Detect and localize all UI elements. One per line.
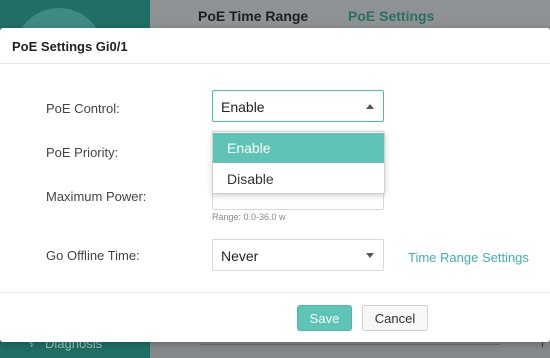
go-offline-time-value: Never xyxy=(221,248,259,264)
maximum-power-label: Maximum Power: xyxy=(46,189,147,204)
poe-priority-label: PoE Priority: xyxy=(46,145,119,160)
chevron-up-icon xyxy=(366,104,374,109)
poe-settings-dialog: PoE Settings Gi0/1 PoE Control: Enable P… xyxy=(0,28,550,342)
dialog-footer-divider xyxy=(0,292,550,293)
cancel-button[interactable]: Cancel xyxy=(362,305,428,331)
chevron-down-icon xyxy=(366,253,374,258)
go-offline-time-select[interactable]: Never xyxy=(212,239,384,271)
dropdown-option-disable[interactable]: Disable xyxy=(213,164,384,194)
dropdown-option-enable[interactable]: Enable xyxy=(213,133,384,163)
save-button[interactable]: Save xyxy=(297,305,352,331)
go-offline-time-label: Go Offline Time: xyxy=(46,248,140,263)
divider xyxy=(200,344,500,345)
poe-control-dropdown: Enable Disable xyxy=(212,131,385,194)
tab-poe-settings: PoE Settings xyxy=(348,8,435,24)
poe-control-select[interactable]: Enable xyxy=(212,90,384,122)
maximum-power-hint: Range: 0.0-36.0 w xyxy=(212,212,286,222)
tab-poe-time-range: PoE Time Range xyxy=(198,8,309,24)
time-range-settings-link[interactable]: Time Range Settings xyxy=(408,250,529,265)
dialog-header: PoE Settings Gi0/1 xyxy=(0,28,550,64)
poe-control-label: PoE Control: xyxy=(46,101,120,116)
dialog-title: PoE Settings Gi0/1 xyxy=(12,39,128,54)
poe-control-value: Enable xyxy=(221,99,265,115)
